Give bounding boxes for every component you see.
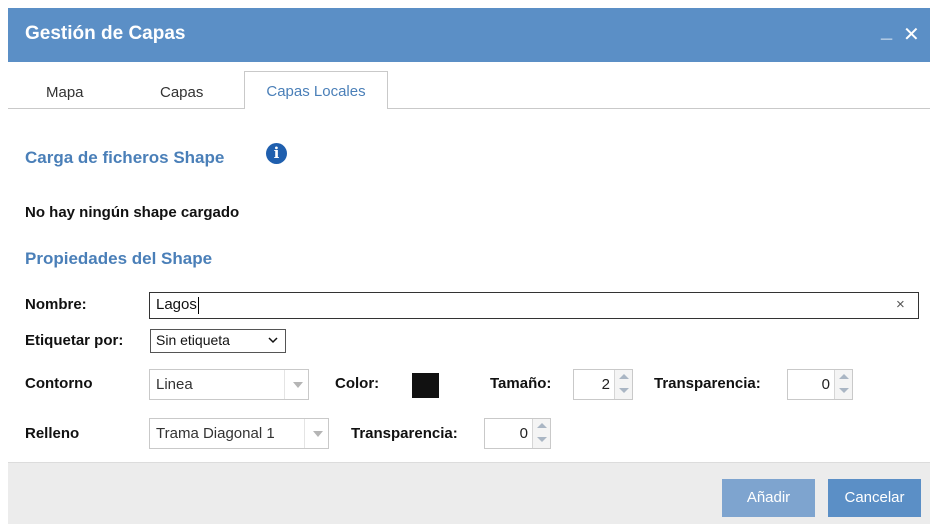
color-swatch[interactable] [412, 373, 439, 398]
tamano-value: 2 [601, 376, 610, 393]
cancel-button[interactable]: Cancelar [828, 479, 921, 517]
tab-bar: Mapa Capas Capas Locales [8, 62, 930, 110]
nombre-input-value: Lagos [156, 296, 197, 313]
spinner-down-icon[interactable] [532, 433, 550, 448]
info-icon[interactable]: i [266, 143, 287, 164]
transparencia-contorno-label: Transparencia: [654, 375, 761, 392]
etiquetar-label: Etiquetar por: [25, 332, 124, 349]
transparencia-relleno-spinner[interactable]: 0 [484, 418, 551, 449]
contorno-value: Linea [156, 376, 193, 393]
transparencia-contorno-spinner[interactable]: 0 [787, 369, 853, 400]
minimize-icon[interactable]: _ [881, 20, 892, 43]
propiedades-heading: Propiedades del Shape [25, 249, 213, 268]
spinner-down-icon[interactable] [614, 384, 632, 399]
shape-status-text: No hay ningún shape cargado [25, 204, 240, 221]
transparencia-relleno-value: 0 [519, 425, 528, 442]
etiquetar-value: Sin etiqueta [156, 332, 230, 348]
contorno-label: Contorno [25, 375, 93, 392]
relleno-value: Trama Diagonal 1 [156, 425, 275, 442]
close-icon[interactable]: ✕ [903, 22, 920, 47]
clear-input-icon[interactable]: × [896, 296, 905, 313]
chevron-down-icon [268, 337, 278, 344]
relleno-label: Relleno [25, 425, 80, 442]
tab-capas-locales[interactable]: Capas Locales [244, 71, 388, 110]
dropdown-arrow-icon [284, 370, 308, 399]
transparencia-relleno-label: Transparencia: [351, 425, 458, 442]
spinner-down-icon[interactable] [834, 384, 852, 399]
spinner-up-icon[interactable] [532, 419, 550, 434]
nombre-label: Nombre: [25, 296, 87, 313]
nombre-input[interactable]: Lagos [149, 292, 919, 319]
text-caret [197, 296, 199, 314]
tamano-spinner[interactable]: 2 [573, 369, 633, 400]
spinner-up-icon[interactable] [614, 370, 632, 385]
carga-heading: Carga de ficheros Shape [25, 148, 225, 167]
relleno-combo[interactable]: Trama Diagonal 1 [149, 418, 329, 449]
etiquetar-select[interactable]: Sin etiqueta [150, 329, 286, 353]
tab-mapa[interactable]: Mapa [46, 74, 84, 109]
window-titlebar: Gestión de Capas _ ✕ [8, 8, 930, 62]
spinner-up-icon[interactable] [834, 370, 852, 385]
window-title: Gestión de Capas [25, 23, 186, 44]
tab-capas[interactable]: Capas [160, 74, 203, 109]
contorno-combo[interactable]: Linea [149, 369, 309, 400]
add-button[interactable]: Añadir [722, 479, 815, 517]
transparencia-contorno-value: 0 [821, 376, 830, 393]
dropdown-arrow-icon [304, 419, 328, 448]
color-label: Color: [335, 375, 380, 392]
tamano-label: Tamaño: [490, 375, 552, 392]
